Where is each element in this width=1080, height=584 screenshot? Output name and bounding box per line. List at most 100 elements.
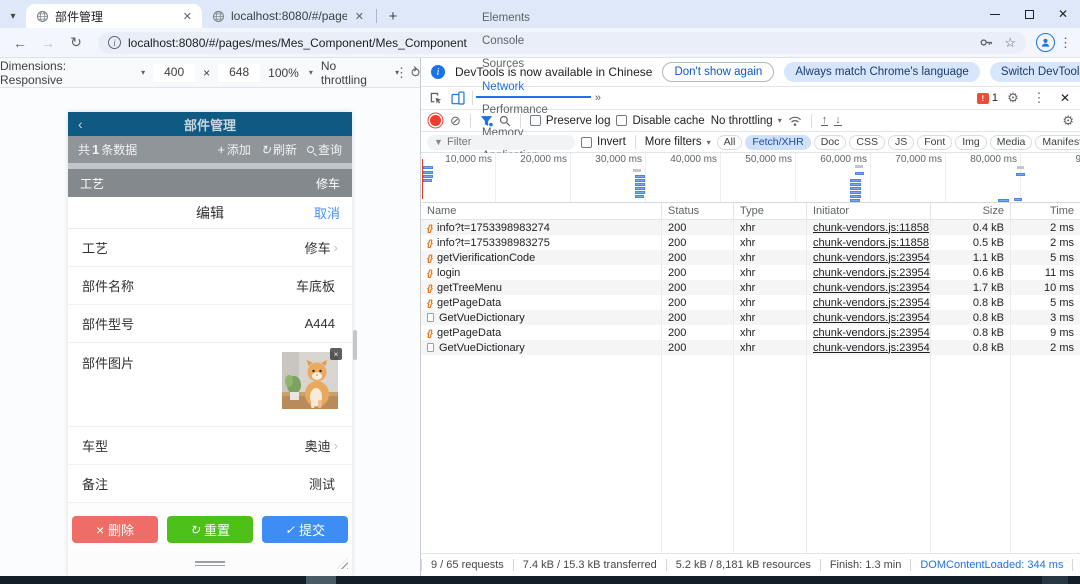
- initiator-link[interactable]: chunk-vendors.js:23954: [813, 267, 930, 279]
- filter-input[interactable]: [427, 135, 575, 150]
- modal-action-button[interactable]: 提交: [262, 516, 348, 543]
- throttling-select[interactable]: No throttling▾: [711, 115, 782, 127]
- network-request-row[interactable]: info?t=1753398983274 200 xhr chunk-vendo…: [421, 220, 1080, 235]
- browser-menu-icon[interactable]: ⋮: [1059, 35, 1072, 51]
- toolbar-action-button[interactable]: 添加: [217, 141, 251, 158]
- page-scrollbar-thumb[interactable]: [353, 330, 357, 360]
- request-type-filter-pill[interactable]: Font: [917, 135, 952, 150]
- devtools-tab[interactable]: Sources: [476, 52, 591, 75]
- switch-to-chinese-button[interactable]: Switch DevTools to Chinese: [990, 62, 1080, 82]
- part-photo[interactable]: ×: [282, 352, 338, 409]
- network-request-row[interactable]: GetVueDictionary 200 xhr chunk-vendors.j…: [421, 310, 1080, 325]
- column-header-time[interactable]: Time: [1011, 203, 1080, 220]
- network-request-row[interactable]: getPageData 200 xhr chunk-vendors.js:239…: [421, 295, 1080, 310]
- column-header-initiator[interactable]: Initiator: [807, 203, 931, 220]
- tab-close-icon[interactable]: ✕: [181, 10, 194, 23]
- request-type-filter-pill[interactable]: Fetch/XHR: [745, 135, 810, 150]
- form-field-row[interactable]: 车型 奥迪›: [68, 427, 352, 465]
- window-maximize-button[interactable]: [1012, 0, 1046, 28]
- network-request-row[interactable]: getPageData 200 xhr chunk-vendors.js:239…: [421, 325, 1080, 340]
- column-header-status[interactable]: Status: [662, 203, 734, 220]
- request-type-filter-pill[interactable]: Img: [955, 135, 987, 150]
- initiator-link[interactable]: chunk-vendors.js:11858: [813, 222, 929, 234]
- devtools-close-icon[interactable]: ✕: [1054, 87, 1076, 109]
- clear-network-log-icon[interactable]: ⊘: [450, 113, 461, 129]
- modal-action-button[interactable]: 重置: [167, 516, 253, 543]
- devtools-settings-icon[interactable]: ⚙: [1002, 87, 1024, 109]
- zoom-select[interactable]: 100%: [268, 66, 299, 80]
- request-type-filter-pill[interactable]: CSS: [849, 135, 885, 150]
- window-minimize-button[interactable]: [978, 0, 1012, 28]
- delete-image-badge[interactable]: ×: [330, 348, 342, 360]
- profile-avatar[interactable]: [1036, 33, 1055, 52]
- resize-corner-icon[interactable]: [337, 558, 348, 569]
- cancel-button[interactable]: 取消: [314, 203, 340, 222]
- network-request-row[interactable]: login 200 xhr chunk-vendors.js:23954 0.6…: [421, 265, 1080, 280]
- form-field-row[interactable]: 工艺 修车›: [68, 229, 352, 267]
- initiator-link[interactable]: chunk-vendors.js:23954: [813, 342, 930, 354]
- record-network-log-button[interactable]: [430, 115, 441, 126]
- request-type-filter-pill[interactable]: Media: [990, 135, 1033, 150]
- network-overview-timeline[interactable]: 10,000 ms 20,000 ms 30,000 ms 40,000 ms …: [421, 153, 1080, 203]
- network-request-row[interactable]: getTreeMenu 200 xhr chunk-vendors.js:239…: [421, 280, 1080, 295]
- back-chevron-icon[interactable]: ‹: [78, 116, 83, 132]
- column-header-name[interactable]: Name: [421, 203, 662, 220]
- device-toolbar-toggle-icon[interactable]: [447, 87, 469, 109]
- width-input[interactable]: [153, 64, 195, 82]
- column-header-type[interactable]: Type: [734, 203, 807, 220]
- request-type-filter-pill[interactable]: Doc: [814, 135, 847, 150]
- dimensions-select[interactable]: Dimensions: Responsive: [0, 59, 131, 87]
- network-request-row[interactable]: getVierificationCode 200 xhr chunk-vendo…: [421, 250, 1080, 265]
- devtools-menu-icon[interactable]: ⋮: [1028, 87, 1050, 109]
- form-field-row[interactable]: 部件型号 A444: [68, 305, 352, 343]
- forward-button[interactable]: →: [36, 31, 60, 55]
- form-field-row[interactable]: 部件名称 车底板: [68, 267, 352, 305]
- filter-funnel-icon[interactable]: [480, 115, 493, 127]
- initiator-link[interactable]: chunk-vendors.js:23954: [813, 252, 930, 264]
- network-request-row[interactable]: GetVueDictionary 200 xhr chunk-vendors.j…: [421, 340, 1080, 355]
- rotate-device-icon[interactable]: ⥁: [411, 65, 420, 81]
- devtools-tab[interactable]: Console: [476, 29, 591, 52]
- search-icon[interactable]: [499, 115, 511, 127]
- password-key-icon[interactable]: [979, 35, 994, 50]
- request-type-filter-pill[interactable]: JS: [888, 135, 914, 150]
- export-har-icon[interactable]: ↓: [834, 115, 842, 126]
- inspect-element-icon[interactable]: [425, 87, 447, 109]
- network-request-row[interactable]: info?t=1753398983275 200 xhr chunk-vendo…: [421, 235, 1080, 250]
- throttling-select[interactable]: No throttling: [321, 59, 385, 87]
- new-tab-button[interactable]: +: [381, 4, 405, 28]
- browser-tab-active[interactable]: 部件管理 ✕: [26, 4, 202, 28]
- issues-badge[interactable]: ! 1: [977, 92, 998, 104]
- toolbar-action-button[interactable]: 查询: [307, 141, 342, 158]
- devtools-tab[interactable]: Elements: [476, 6, 591, 29]
- initiator-link[interactable]: chunk-vendors.js:11858: [813, 237, 929, 249]
- site-info-icon[interactable]: i: [108, 36, 121, 49]
- reload-button[interactable]: ↻: [64, 31, 88, 55]
- initiator-link[interactable]: chunk-vendors.js:23954: [813, 312, 930, 324]
- drag-handle[interactable]: [195, 561, 225, 568]
- initiator-link[interactable]: chunk-vendors.js:23954: [813, 327, 930, 339]
- window-close-button[interactable]: ✕: [1046, 0, 1080, 28]
- tab-close-icon[interactable]: ✕: [353, 10, 366, 23]
- devtools-tab[interactable]: Network: [476, 75, 591, 98]
- form-field-row[interactable]: 备注 测试: [68, 465, 352, 503]
- initiator-link[interactable]: chunk-vendors.js:23954: [813, 282, 930, 294]
- disable-cache-checkbox[interactable]: Disable cache: [616, 115, 704, 127]
- bookmark-star-icon[interactable]: ☆: [1004, 35, 1016, 51]
- request-type-filter-pill[interactable]: Manifest: [1035, 135, 1080, 150]
- more-filters-button[interactable]: More filters▾: [645, 136, 711, 148]
- device-toolbar-menu-icon[interactable]: ⋮: [395, 65, 408, 81]
- match-language-button[interactable]: Always match Chrome's language: [784, 62, 980, 82]
- column-header-size[interactable]: Size: [931, 203, 1011, 220]
- dont-show-again-button[interactable]: Don't show again: [662, 62, 774, 82]
- initiator-link[interactable]: chunk-vendors.js:23954: [813, 297, 930, 309]
- browser-tab-inactive[interactable]: localhost:8080/#/pages/men ✕: [202, 4, 374, 28]
- invert-checkbox[interactable]: Invert: [581, 136, 626, 148]
- import-har-icon[interactable]: ↑: [821, 115, 829, 126]
- preserve-log-checkbox[interactable]: Preserve log: [530, 115, 611, 127]
- more-tabs-button[interactable]: »: [591, 92, 605, 104]
- network-conditions-icon[interactable]: [788, 115, 802, 127]
- list-row[interactable]: 工艺修车: [68, 169, 352, 197]
- back-button[interactable]: ←: [8, 31, 32, 55]
- network-settings-icon[interactable]: ⚙: [1062, 113, 1074, 129]
